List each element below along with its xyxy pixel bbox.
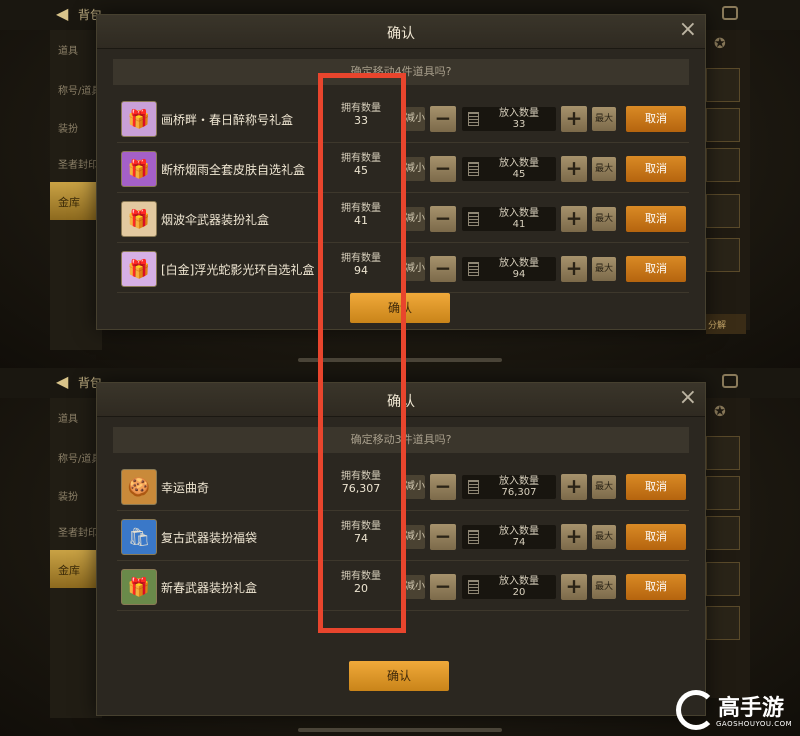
quantity-input[interactable]: 放入数量 74 [462,525,556,549]
item-name: 新春武器装扮礼盒 [161,581,258,595]
inventory-slot[interactable] [706,148,740,182]
plus-button[interactable]: + [561,256,587,282]
inventory-slot[interactable] [706,476,740,510]
minus-button[interactable]: − [430,256,456,282]
calculator-icon[interactable] [468,112,479,126]
item-name: 复古武器装扮福袋 [161,531,258,545]
back-arrow-icon[interactable]: ◀ [56,372,68,391]
cancel-button[interactable]: 取消 [626,106,686,132]
max-button[interactable]: 最大 [592,257,616,281]
max-button[interactable]: 最大 [592,575,616,599]
inventory-slot[interactable] [706,436,740,470]
quantity-input[interactable]: 放入数量 20 [462,575,556,599]
bg-tab-items[interactable]: 道具 [58,410,78,425]
plus-button[interactable]: + [561,524,587,550]
minus-button[interactable]: − [430,106,456,132]
plus-button[interactable]: + [561,574,587,600]
calculator-icon[interactable] [468,530,479,544]
bg-tab-seal[interactable]: 圣者封印 [58,156,98,171]
calculator-icon[interactable] [468,580,479,594]
close-icon[interactable]: × [679,19,697,41]
item-name: 断桥烟雨全套皮肤自选礼盒 [161,163,306,177]
cancel-button[interactable]: 取消 [626,574,686,600]
highlight-annotation-box [318,73,406,633]
max-button[interactable]: 最大 [592,207,616,231]
confirm-button[interactable]: 确认 [349,661,449,691]
item-name: 画桥畔・春日醉称号礼盒 [161,113,294,127]
back-arrow-icon[interactable]: ◀ [56,4,68,23]
spring-gift-box-icon: 🎁 [121,569,157,605]
home-indicator [298,728,502,732]
quantity-input[interactable]: 放入数量 45 [462,157,556,181]
item-name: 幸运曲奇 [161,481,210,495]
bg-tab-vault[interactable]: 金库 [50,550,96,588]
inventory-slot[interactable] [706,562,740,596]
bg-tab-titles[interactable]: 称号/道具 [58,82,101,97]
bg-tab-avatar[interactable]: 装扮 [58,488,78,503]
split-button[interactable]: 分解 [706,314,746,334]
weapon-gift-box-icon: 🎁 [121,201,157,237]
inventory-slot[interactable] [706,68,740,102]
skin-gift-box-icon: 🎁 [121,151,157,187]
bg-tab-titles[interactable]: 称号/道具 [58,450,101,465]
bg-tab-avatar[interactable]: 装扮 [58,120,78,135]
star-icon[interactable]: ✪ [714,36,726,52]
inventory-slot[interactable] [706,238,740,272]
quantity-input[interactable]: 放入数量 33 [462,107,556,131]
quantity-input[interactable]: 放入数量 76,307 [462,475,556,499]
minus-button[interactable]: − [430,524,456,550]
cancel-button[interactable]: 取消 [626,256,686,282]
watermark-logo-icon [676,690,716,730]
bg-tab-seal[interactable]: 圣者封印 [58,524,98,539]
max-button[interactable]: 最大 [592,107,616,131]
watermark-url: GAOSHOUYOU.COM [716,720,793,728]
cancel-button[interactable]: 取消 [626,156,686,182]
lucky-cookie-icon: 🍪 [121,469,157,505]
bg-tab-vault[interactable]: 金库 [50,182,96,220]
chat-icon[interactable] [722,6,738,20]
cancel-button[interactable]: 取消 [626,474,686,500]
inventory-slot[interactable] [706,606,740,640]
max-button[interactable]: 最大 [592,157,616,181]
quantity-input[interactable]: 放入数量 94 [462,257,556,281]
lucky-bag-icon: 🛍 [121,519,157,555]
close-icon[interactable]: × [679,387,697,409]
item-name: [白金]浮光蛇影光环自选礼盒 [161,263,315,277]
inventory-slot[interactable] [706,108,740,142]
title-gift-box-icon: 🎁 [121,101,157,137]
max-button[interactable]: 最大 [592,525,616,549]
minus-button[interactable]: − [430,206,456,232]
minus-button[interactable]: − [430,574,456,600]
watermark: 高手游 GAOSHOUYOU.COM [676,690,800,736]
calculator-icon[interactable] [468,262,479,276]
quantity-input[interactable]: 放入数量 41 [462,207,556,231]
dialog-title: 确认 [387,26,415,42]
calculator-icon[interactable] [468,212,479,226]
cancel-button[interactable]: 取消 [626,206,686,232]
calculator-icon[interactable] [468,480,479,494]
bg-tab-items[interactable]: 道具 [58,42,78,57]
calculator-icon[interactable] [468,162,479,176]
plus-button[interactable]: + [561,206,587,232]
star-icon[interactable]: ✪ [714,404,726,420]
item-name: 烟波伞武器装扮礼盒 [161,213,270,227]
minus-button[interactable]: − [430,474,456,500]
dialog-header: 确认 × [97,15,705,49]
chat-icon[interactable] [722,374,738,388]
aura-gift-box-icon: 🎁 [121,251,157,287]
cancel-button[interactable]: 取消 [626,524,686,550]
inventory-slot[interactable] [706,516,740,550]
minus-button[interactable]: − [430,156,456,182]
watermark-text: 高手游 [718,696,785,721]
plus-button[interactable]: + [561,106,587,132]
plus-button[interactable]: + [561,156,587,182]
max-button[interactable]: 最大 [592,475,616,499]
plus-button[interactable]: + [561,474,587,500]
inventory-slot[interactable] [706,194,740,228]
